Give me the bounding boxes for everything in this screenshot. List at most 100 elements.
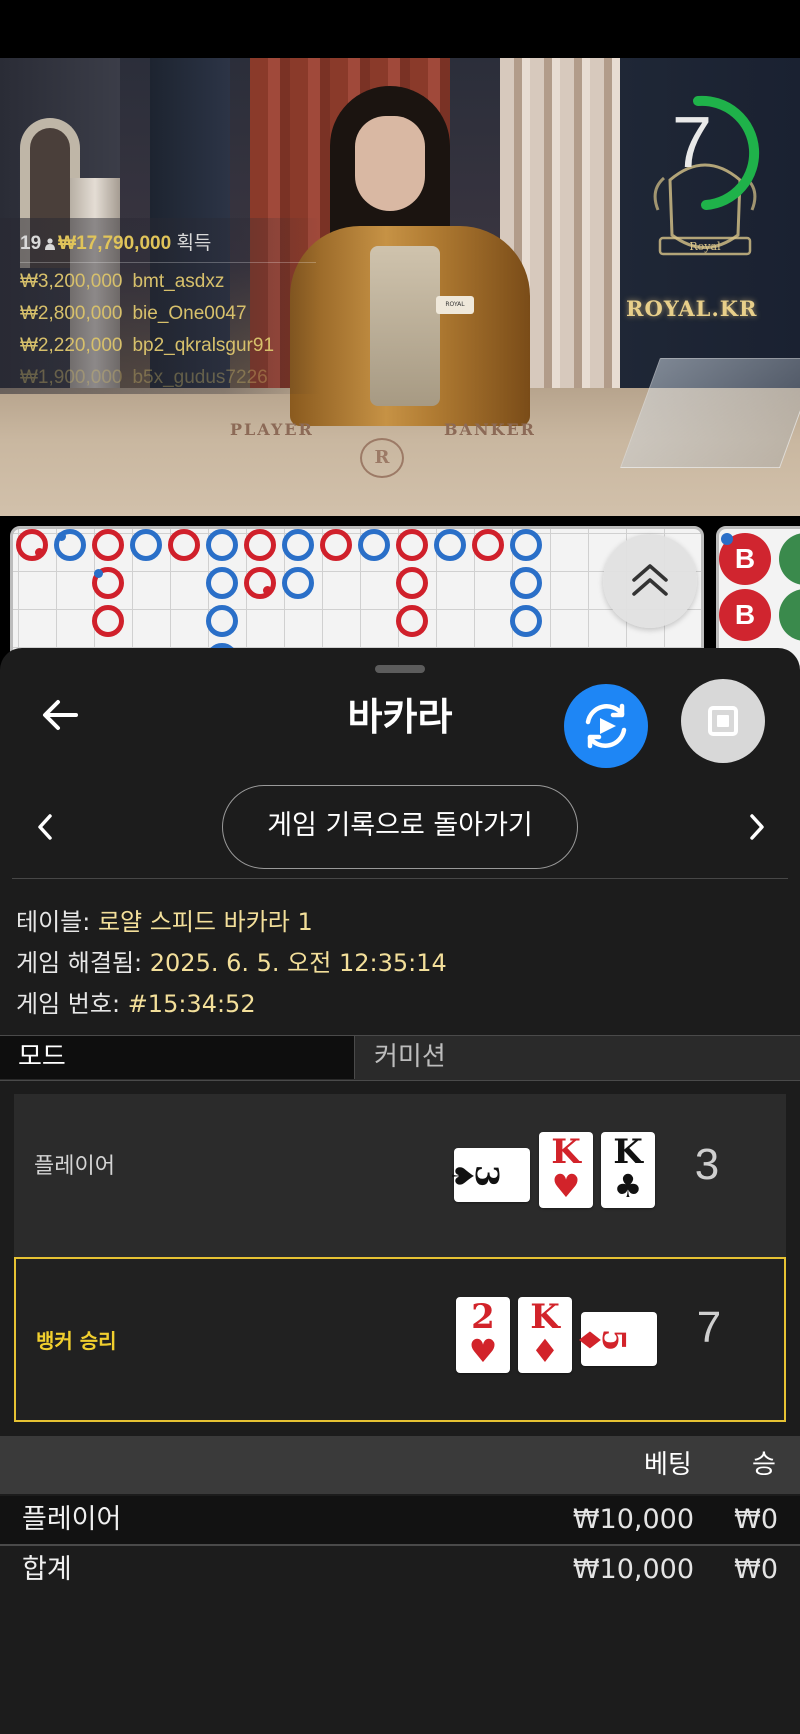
section-divider [12, 878, 788, 879]
resolved-label: 게임 해결됨: [16, 949, 143, 977]
winner-row: ₩2,800,000 bie_One0047 [20, 303, 247, 325]
card-rank: K [530, 1297, 560, 1337]
road-mark-banker [472, 529, 504, 561]
replay-video-button[interactable] [564, 684, 648, 768]
dealer: ROYAL [290, 86, 530, 426]
heart-icon: ♥ [551, 1167, 581, 1205]
winner-amount: ₩2,220,000 [20, 335, 123, 356]
winners-total-label: 획득 [176, 233, 212, 254]
road-mark-player [282, 567, 314, 599]
royal-brand-text: ROYAL.KR [626, 296, 758, 321]
bead-tie [779, 589, 800, 641]
road-mark-player [206, 567, 238, 599]
double-chevron-up-icon [632, 564, 668, 596]
club-icon: ♣ [613, 1167, 643, 1205]
crest-text: Royal [689, 240, 721, 253]
road-mark-player [510, 529, 542, 561]
road-mark-banker [244, 567, 276, 599]
player-hand-label: 플레이어 [34, 1154, 115, 1179]
winners-divider [20, 262, 316, 263]
playing-card: K ♣ [601, 1132, 655, 1208]
resolved-value: 2025. 6. 5. 오전 12:35:14 [149, 949, 447, 977]
total-row: 합계 ₩10,000 ₩0 [0, 1546, 800, 1596]
winner-name: bp2_qkralsgur91 [132, 335, 275, 356]
road-mark-banker [92, 605, 124, 637]
player-score: 3 [694, 1140, 720, 1189]
bets-table-header: 베팅 승 [0, 1436, 800, 1494]
stop-button[interactable] [681, 679, 765, 763]
resolved-info: 게임 해결됨: 2025. 6. 5. 오전 12:35:14 [16, 943, 447, 978]
chevron-right-icon [750, 814, 764, 840]
road-mark-banker [320, 529, 352, 561]
road-mark-banker [16, 529, 48, 561]
winners-total: ₩17,790,000 [58, 233, 172, 254]
road-mark-banker [244, 529, 276, 561]
game-number-value: #15:34:52 [127, 990, 256, 1018]
win-amount: ₩0 [734, 1504, 778, 1535]
countdown-timer: 7 [650, 93, 770, 213]
collapse-scoreboard-button[interactable] [603, 534, 697, 628]
road-mark-banker [168, 529, 200, 561]
heart-icon: ♥ [468, 1332, 498, 1370]
table-value: 로얄 스피드 바카라 1 [97, 908, 313, 936]
tab-commission[interactable]: 커미션 [356, 1036, 800, 1079]
winner-name: bie_One0047 [132, 303, 247, 324]
road-mark-player [358, 529, 390, 561]
table-banker-label: BANKER [444, 420, 536, 439]
bet-amount: ₩10,000 [572, 1504, 694, 1535]
spade-icon: ♠ [444, 1162, 479, 1190]
road-mark-banker [396, 529, 428, 561]
app-root: ROYAL PLAYER BANKER R Royal ROYAL.KR 7 1… [0, 0, 800, 1734]
road-mark-player [206, 605, 238, 637]
playing-card: K ♦ [518, 1297, 572, 1373]
playing-card: 3 ♠ [444, 1148, 530, 1202]
playing-card: 5 ♦ [571, 1312, 657, 1366]
winner-row: ₩3,200,000 bmt_asdxz [20, 271, 224, 293]
back-to-history-button[interactable]: 게임 기록으로 돌아가기 [222, 785, 578, 869]
winner-amount: ₩3,200,000 [20, 271, 123, 292]
road-mark-player [130, 529, 162, 561]
winner-amount: ₩1,900,000 [20, 367, 123, 388]
total-label: 합계 [22, 1554, 72, 1585]
banker-win-label: 뱅커 승리 [36, 1329, 117, 1353]
banker-hand: 뱅커 승리 2 ♥ K ♦ 5 ♦ 7 [14, 1257, 786, 1422]
game-history-sheet: 바카라 게임 기록으로 돌아가기 테이블: 로얄 스피드 바카라 1 게임 해결… [0, 648, 800, 1734]
diamond-icon: ♦ [530, 1332, 560, 1370]
player-hand: 플레이어 3 ♠ K ♥ K ♣ 3 [14, 1094, 786, 1259]
tab-mode[interactable]: 모드 [0, 1036, 355, 1079]
card-rank: 2 [471, 1297, 495, 1337]
table-info: 테이블: 로얄 스피드 바카라 1 [16, 902, 313, 937]
bead-pair-dot [721, 533, 733, 545]
replay-icon [585, 703, 627, 749]
winner-row: ₩2,220,000 bp2_qkralsgur91 [20, 335, 274, 357]
road-mark-player [282, 529, 314, 561]
road-mark-player [54, 529, 86, 561]
table-row: 플레이어 ₩10,000 ₩0 [0, 1496, 800, 1546]
bead-banker: B [719, 589, 771, 641]
road-mark-banker [396, 567, 428, 599]
winner-name: b5x_gudus7226 [132, 367, 268, 388]
bet-type: 플레이어 [22, 1504, 122, 1535]
road-mark-player [434, 529, 466, 561]
road-mark-banker [396, 605, 428, 637]
winners-overlay: 19 ₩17,790,000 획득 ₩3,200,000 bmt_asdxz ₩2,… [0, 218, 320, 394]
next-game-button[interactable] [744, 812, 768, 842]
game-number-label: 게임 번호: [16, 990, 121, 1018]
winner-amount: ₩2,800,000 [20, 303, 123, 324]
countdown-number: 7 [671, 103, 713, 183]
game-number-info: 게임 번호: #15:34:52 [16, 984, 256, 1019]
winners-count: 19 [20, 233, 42, 254]
road-mark-player [510, 605, 542, 637]
winners-summary: 19 ₩17,790,000 획득 [20, 228, 211, 255]
chevron-left-icon [38, 814, 52, 840]
dealer-badge: ROYAL [436, 296, 474, 314]
winner-row: ₩1,900,000 b5x_gudus7226 [20, 367, 268, 389]
road-mark-banker [92, 567, 124, 599]
table-player-label: PLAYER [230, 420, 314, 439]
winner-name: bmt_asdxz [132, 271, 225, 292]
card-rank: K [551, 1132, 581, 1172]
win-column-header: 승 [752, 1450, 776, 1480]
road-mark-player [206, 529, 238, 561]
previous-game-button[interactable] [34, 812, 58, 842]
sheet-drag-handle[interactable] [375, 665, 425, 673]
